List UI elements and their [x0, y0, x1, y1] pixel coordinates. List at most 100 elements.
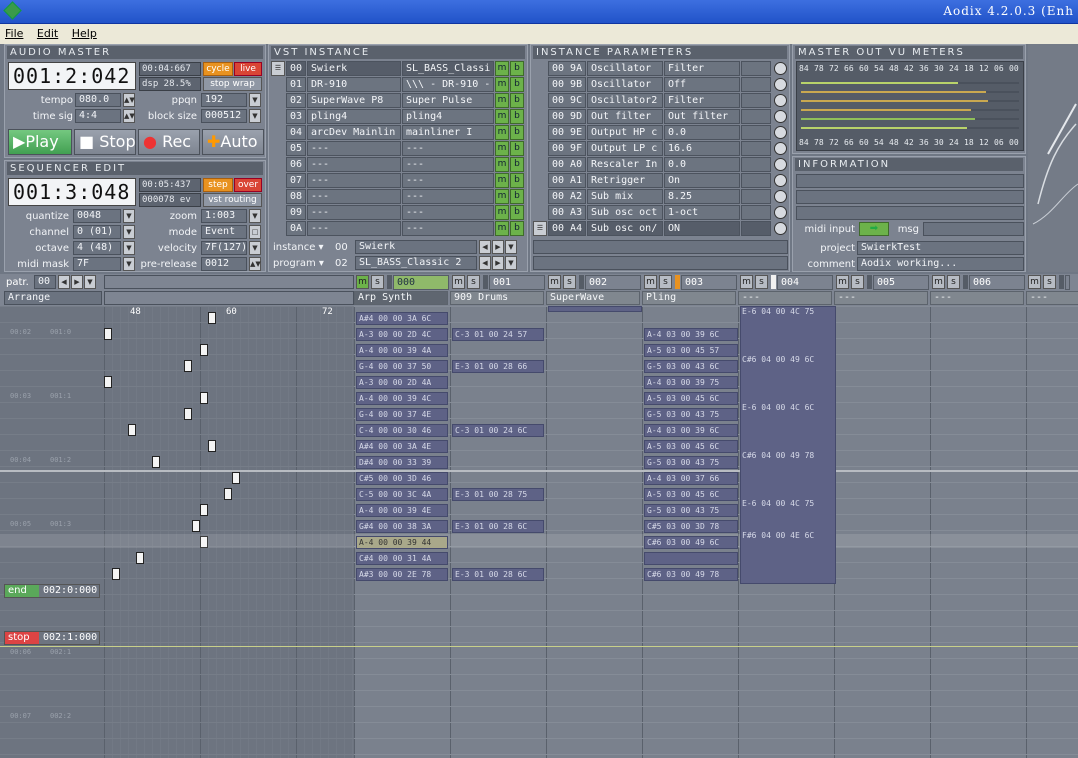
track-event[interactable]: E-3 01 00 28 75	[452, 488, 544, 501]
bypass-button[interactable]: b	[510, 77, 524, 92]
track-event[interactable]: G-5 03 00 43 75	[644, 456, 738, 469]
instance-next-button[interactable]: ▶	[492, 240, 504, 254]
track-solo-button[interactable]: s	[659, 275, 672, 289]
pattern-next-button[interactable]: ▶	[71, 275, 83, 289]
parameter-value[interactable]: ON	[664, 221, 740, 236]
vst-program-name[interactable]: pling4	[402, 109, 494, 124]
track-event[interactable]: E-3 01 00 28 6C	[452, 520, 544, 533]
stop-button[interactable]: ■ Stop	[74, 129, 136, 155]
parameter-knob-icon[interactable]	[774, 94, 787, 107]
parameter-value[interactable]: 0.0	[664, 157, 740, 172]
channel-dropdown[interactable]: ▼	[123, 225, 135, 239]
track-event[interactable]: C#6 03 00 49 6C	[644, 536, 738, 549]
vst-plugin-name[interactable]: ---	[307, 157, 401, 172]
track-event[interactable]	[548, 306, 642, 312]
parameter-value[interactable]: Out filter	[664, 109, 740, 124]
track-event[interactable]: C#5 00 00 3D 46	[356, 472, 448, 485]
piano-roll-note[interactable]	[136, 552, 144, 564]
blocksize-value[interactable]: 000512	[201, 109, 247, 123]
scroll-icon[interactable]: ☰	[533, 221, 547, 236]
track-event[interactable]: A-5 03 00 45 6C	[644, 488, 738, 501]
track-event[interactable]: G#4 00 00 38 3A	[356, 520, 448, 533]
track-solo-button[interactable]: s	[1043, 275, 1056, 289]
track-mute-button[interactable]: m	[740, 275, 753, 289]
piano-roll-note[interactable]	[232, 472, 240, 484]
track-event[interactable]: E-6 04 00 4C 6C	[740, 402, 836, 415]
parameter-value[interactable]: On	[664, 173, 740, 188]
parameter-row[interactable]: ☰ 00 A4 Sub osc on/ON	[533, 221, 787, 236]
track-event[interactable]: G-5 03 00 43 6C	[644, 360, 738, 373]
prerelease-value[interactable]: 0012	[201, 257, 247, 271]
piano-roll-note[interactable]	[200, 344, 208, 356]
vst-program-name[interactable]: ---	[402, 189, 494, 204]
vst-routing-button[interactable]: vst routing	[203, 193, 262, 207]
mode-value[interactable]: Event	[201, 225, 247, 239]
menu-help[interactable]: Help	[67, 24, 102, 40]
vst-program-name[interactable]: \\\ - DR-910 -	[402, 77, 494, 92]
vst-plugin-name[interactable]: ---	[307, 141, 401, 156]
parameter-value[interactable]: Filter	[664, 61, 740, 76]
quantize-value[interactable]: 0048	[73, 209, 121, 223]
pattern-dropdown[interactable]: ▼	[84, 275, 96, 289]
instance-prev-button[interactable]: ◀	[479, 240, 491, 254]
parameter-slider[interactable]	[741, 125, 771, 140]
piano-roll-note[interactable]	[184, 408, 192, 420]
menu-edit[interactable]: Edit	[32, 24, 63, 40]
octave-dropdown[interactable]: ▼	[123, 241, 135, 255]
piano-roll-note[interactable]	[200, 504, 208, 516]
vst-plugin-name[interactable]: arcDev Mainlin	[307, 125, 401, 140]
parameter-value[interactable]: Filter	[664, 93, 740, 108]
vst-instance-row[interactable]: 05 --- --- m b	[271, 141, 525, 156]
parameter-row[interactable]: 00 A1 Retrigger On	[533, 173, 787, 188]
track-event[interactable]: A#4 00 00 3A 4E	[356, 440, 448, 453]
track-event[interactable]: G-4 00 00 37 50	[356, 360, 448, 373]
vst-program-name[interactable]: ---	[402, 221, 494, 236]
parameter-row[interactable]: 00 9C Oscillator2 Filter	[533, 93, 787, 108]
octave-value[interactable]: 4 (48)	[73, 241, 121, 255]
parameter-slider[interactable]	[741, 61, 771, 76]
piano-roll-note[interactable]	[200, 392, 208, 404]
vst-plugin-name[interactable]: ---	[307, 221, 401, 236]
track-event[interactable]: G-4 00 00 37 4E	[356, 408, 448, 421]
bypass-button[interactable]: b	[510, 93, 524, 108]
vst-instance-row[interactable]: 04 arcDev Mainlin mainliner Imb	[271, 125, 525, 140]
track-name[interactable]: 909 Drums	[450, 291, 544, 305]
piano-roll-note[interactable]	[152, 456, 160, 468]
track-event[interactable]: A-5 03 00 45 6C	[644, 440, 738, 453]
track-event[interactable]: D#4 00 00 33 39	[356, 456, 448, 469]
vst-instance-row[interactable]: 08 --- --- m b	[271, 189, 525, 204]
piano-roll-note[interactable]	[192, 520, 200, 532]
auto-button[interactable]: ✚Auto	[202, 129, 264, 155]
vst-instance-row[interactable]: 09 --- --- m b	[271, 205, 525, 220]
track-event[interactable]: A-5 03 00 45 57	[644, 344, 738, 357]
mute-button[interactable]: m	[495, 125, 509, 140]
zoom-value[interactable]: 1:003	[201, 209, 247, 223]
vst-program-name[interactable]: ---	[402, 157, 494, 172]
mute-button[interactable]: m	[495, 77, 509, 92]
track-mute-button[interactable]: m	[644, 275, 657, 289]
vst-instance-row[interactable]: 03 pling4 pling4 m b	[271, 109, 525, 124]
vst-program-name[interactable]: mainliner I	[402, 125, 494, 140]
track-solo-button[interactable]: s	[467, 275, 480, 289]
track-mute-button[interactable]: m	[1028, 275, 1041, 289]
vst-program-name[interactable]: Super Pulse	[402, 93, 494, 108]
track-name[interactable]: ---	[834, 291, 928, 305]
track-event[interactable]: A-4 00 00 39 44	[356, 536, 448, 549]
arrange-label[interactable]: Arrange	[4, 291, 102, 305]
vst-program-name[interactable]: ---	[402, 205, 494, 220]
track-name[interactable]: ---	[930, 291, 1024, 305]
parameter-row[interactable]: 00 A3 Sub osc oct 1-oct	[533, 205, 787, 220]
piano-roll-note[interactable]	[104, 328, 112, 340]
parameter-knob-icon[interactable]	[774, 78, 787, 91]
mute-button[interactable]: m	[495, 109, 509, 124]
mute-button[interactable]: m	[495, 205, 509, 220]
parameter-knob-icon[interactable]	[774, 222, 787, 235]
parameter-row[interactable]: 00 A0 Rescaler In 0.0	[533, 157, 787, 172]
bypass-button[interactable]: b	[510, 141, 524, 156]
channel-value[interactable]: 0 (01)	[73, 225, 121, 239]
live-button[interactable]: live	[234, 62, 262, 76]
mute-button[interactable]: m	[495, 61, 509, 76]
quantize-dropdown[interactable]: ▼	[123, 209, 135, 223]
track-event[interactable]: A-4 03 00 39 6C	[644, 328, 738, 341]
parameter-knob-icon[interactable]	[774, 126, 787, 139]
